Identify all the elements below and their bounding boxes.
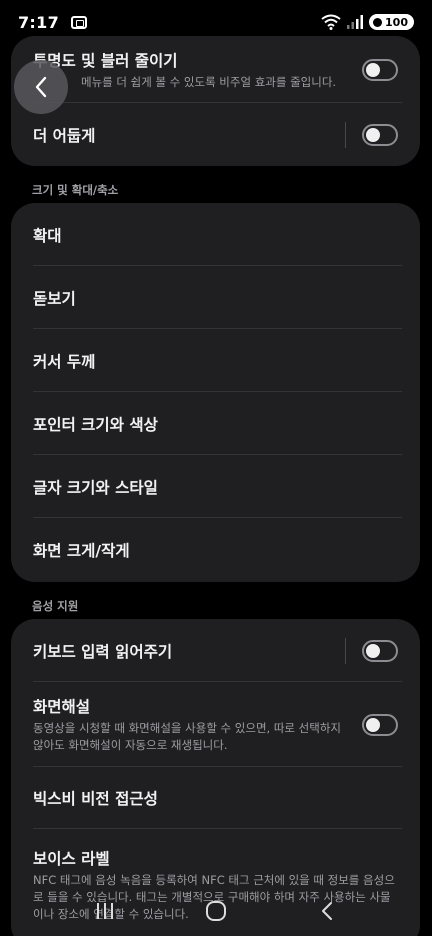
audio-description-row[interactable]: 화면해설 동영상을 시청할 때 화면해설을 사용할 수 있으면, 따로 선택하지… (11, 682, 420, 767)
row-title: 빅스비 비전 접근성 (33, 790, 158, 808)
reduce-transparency-row[interactable]: 투명도 및 블러 줄이기 메뉴를 더 쉽게 볼 수 있도록 비주얼 효과를 줄입… (11, 36, 420, 103)
recent-apps-icon (97, 903, 114, 919)
list-item-magnification[interactable]: 확대 (11, 203, 420, 266)
keyboard-read-row[interactable]: 키보드 입력 읽어주기 (11, 619, 420, 682)
row-title: 돋보기 (33, 289, 76, 308)
back-icon (321, 902, 332, 920)
list-item-pointer-size-color[interactable]: 포인터 크기와 색상 (11, 392, 420, 455)
home-icon (205, 901, 226, 921)
back-button[interactable] (14, 60, 68, 114)
row-title: 보이스 라벨 (33, 850, 110, 868)
wifi-icon (321, 14, 341, 30)
list-item-cursor-thickness[interactable]: 커서 두께 (11, 329, 420, 392)
row-title: 키보드 입력 읽어주기 (33, 642, 173, 661)
row-title: 커서 두께 (33, 352, 96, 371)
row-title: 화면해설 (33, 698, 91, 716)
section-label-size: 크기 및 확대/축소 (32, 183, 119, 197)
row-description: 메뉴를 더 쉽게 볼 수 있도록 비주얼 효과를 줄입니다. (81, 74, 337, 89)
row-title: 투명도 및 블러 줄이기 (33, 51, 178, 70)
status-icons: 100 (321, 14, 414, 30)
row-title: 글자 크기와 스타일 (33, 478, 158, 497)
row-description: 동영상을 시청할 때 화면해설을 사용할 수 있으면, 따로 선택하지 않아도 … (33, 721, 341, 752)
signal-icon (347, 15, 364, 29)
audio-description-toggle[interactable] (362, 713, 398, 736)
row-title: 더 어둡게 (33, 126, 96, 145)
extra-dim-toggle[interactable] (362, 123, 398, 146)
status-time: 7:17 (18, 12, 59, 32)
row-title: 포인터 크기와 색상 (33, 415, 158, 434)
chevron-left-icon (35, 76, 47, 98)
reduce-transparency-toggle[interactable] (362, 58, 398, 81)
screen-record-icon (71, 15, 87, 29)
visual-settings-card: 투명도 및 블러 줄이기 메뉴를 더 쉽게 볼 수 있도록 비주얼 효과를 줄입… (11, 36, 420, 166)
list-item-magnifier[interactable]: 돋보기 (11, 266, 420, 329)
recent-apps-button[interactable] (85, 891, 125, 931)
battery-protect-icon (373, 17, 383, 27)
extra-dim-row[interactable]: 더 어둡게 (11, 103, 420, 166)
bixby-vision-row[interactable]: 빅스비 비전 접근성 (11, 767, 420, 829)
row-title: 확대 (33, 226, 62, 245)
status-bar: 7:17 100 (0, 0, 432, 44)
navigation-bar (0, 886, 432, 936)
battery-level: 100 (385, 15, 408, 29)
list-item-font-size-style[interactable]: 글자 크기와 스타일 (11, 455, 420, 518)
back-nav-button[interactable] (307, 891, 347, 931)
vertical-separator (345, 637, 346, 664)
vertical-separator (345, 121, 346, 148)
size-zoom-card: 확대 돋보기 커서 두께 포인터 크기와 색상 글자 크기와 스타일 화면 크게… (11, 203, 420, 582)
list-item-screen-zoom[interactable]: 화면 크게/작게 (11, 518, 420, 582)
row-title: 화면 크게/작게 (33, 542, 130, 560)
section-label-voice: 음성 지원 (32, 599, 79, 613)
home-button[interactable] (196, 891, 236, 931)
keyboard-read-toggle[interactable] (362, 639, 398, 662)
battery-indicator: 100 (369, 14, 414, 30)
